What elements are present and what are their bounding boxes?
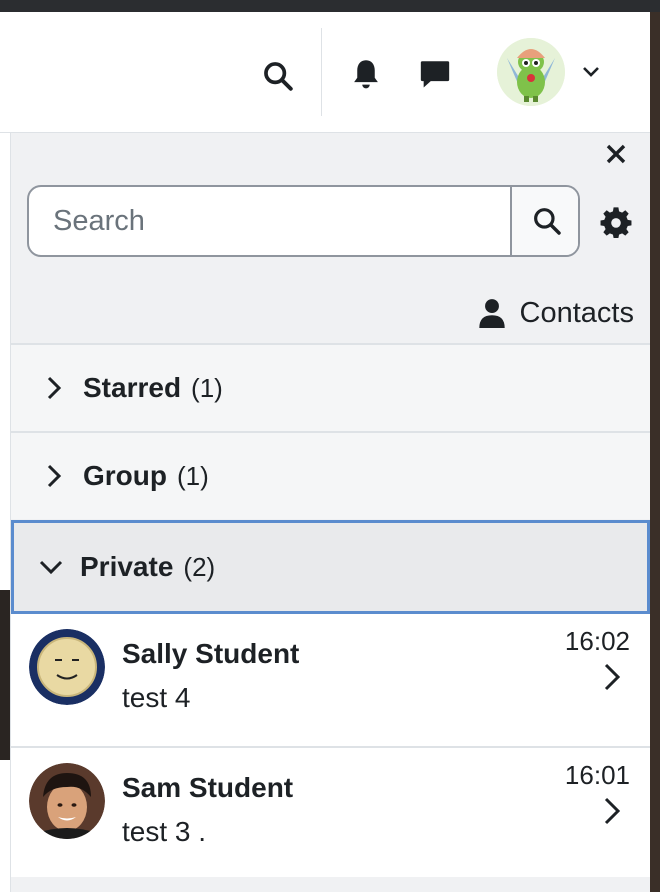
section-label: Group xyxy=(83,460,167,491)
drawer-footer-strip xyxy=(11,877,650,892)
messaging-drawer: Contacts Starred (1) Group (1) Private (… xyxy=(10,133,650,892)
chevron-right-icon xyxy=(39,373,69,403)
navbar-divider xyxy=(321,28,322,116)
chat-bubble-icon[interactable] xyxy=(416,54,454,94)
section-group[interactable]: Group (1) xyxy=(11,431,650,519)
conversation-name: Sam Student xyxy=(122,772,294,803)
search-box xyxy=(27,185,580,257)
chevron-down-icon[interactable] xyxy=(580,62,602,82)
page-background-edge-left xyxy=(0,590,10,760)
contacts-link[interactable]: Contacts xyxy=(478,293,634,333)
top-navbar xyxy=(0,12,650,133)
chevron-right-icon xyxy=(604,663,621,691)
search-submit-button[interactable] xyxy=(510,187,578,255)
section-label: Private xyxy=(80,551,174,582)
section-count: (2) xyxy=(183,551,216,582)
conversation-time: 16:02 xyxy=(564,626,630,656)
conversation-last-message: test 4 xyxy=(122,682,191,713)
section-count: (1) xyxy=(191,372,223,403)
section-count: (1) xyxy=(177,460,209,491)
section-private[interactable]: Private (2) xyxy=(11,520,650,614)
user-icon xyxy=(478,299,505,328)
conversation-last-message: test 3 . xyxy=(122,816,207,847)
search-icon xyxy=(534,208,561,235)
search-input[interactable] xyxy=(29,187,509,255)
close-icon[interactable] xyxy=(603,141,629,167)
conversation-time: 16:01 xyxy=(564,760,630,790)
chevron-right-icon xyxy=(604,797,621,825)
gear-icon[interactable] xyxy=(599,205,633,239)
contacts-label: Contacts xyxy=(519,296,634,329)
section-label: Starred xyxy=(83,372,182,403)
conversation-item[interactable]: Sam Student test 3 . 16:01 xyxy=(11,748,650,882)
search-icon[interactable] xyxy=(258,56,298,96)
avatar xyxy=(29,629,105,705)
conversation-name: Sally Student xyxy=(122,638,300,669)
section-starred[interactable]: Starred (1) xyxy=(11,343,650,431)
chevron-right-icon xyxy=(39,461,69,491)
conversation-item[interactable]: Sally Student test 4 16:02 xyxy=(11,614,650,748)
user-avatar[interactable] xyxy=(497,38,565,106)
avatar xyxy=(29,763,105,839)
chevron-down-icon xyxy=(36,552,66,582)
window-top-strip xyxy=(0,0,660,12)
page-background-edge xyxy=(650,12,660,892)
bell-icon[interactable] xyxy=(348,54,384,94)
